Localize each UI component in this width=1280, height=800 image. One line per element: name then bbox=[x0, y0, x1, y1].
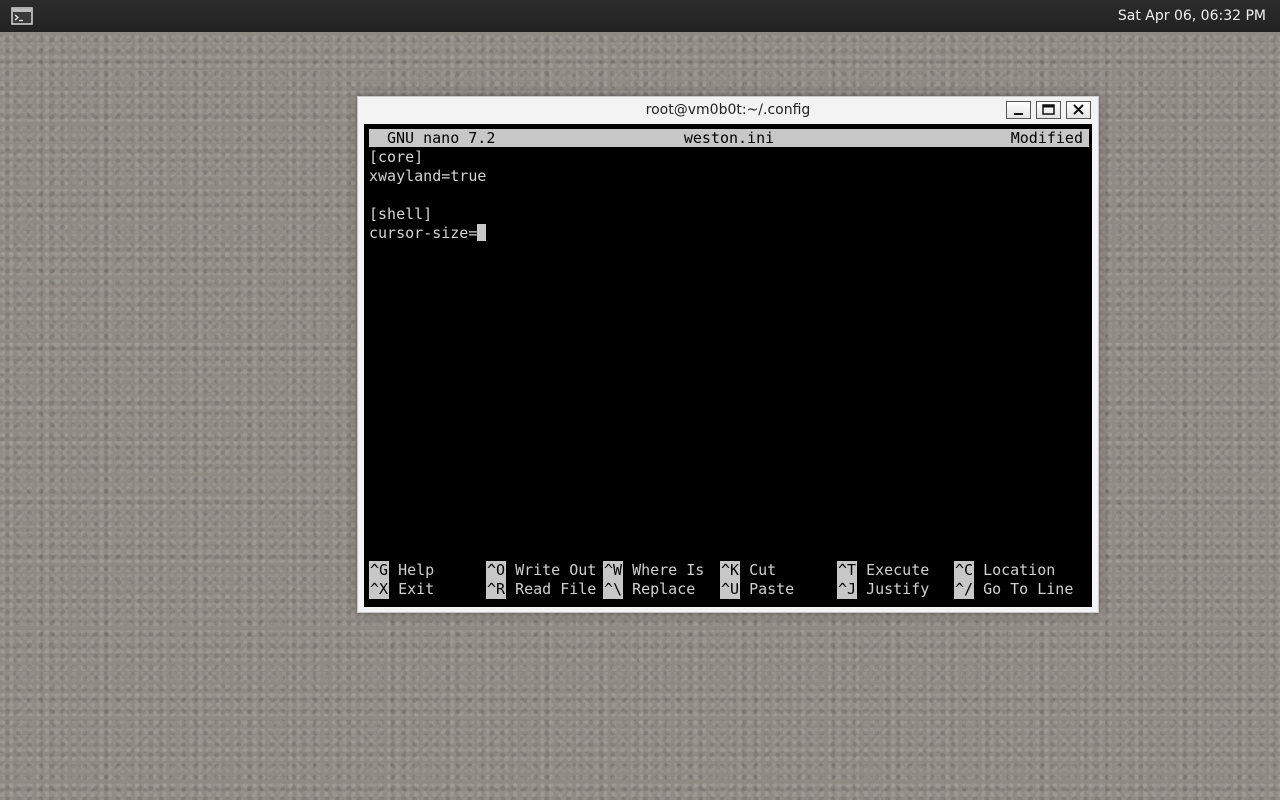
editor-line[interactable] bbox=[369, 186, 1089, 205]
editor-line[interactable]: [shell] bbox=[369, 205, 1089, 224]
shortcut-label: Write Out bbox=[515, 561, 597, 579]
window-titlebar[interactable]: root@vm0b0t:~/.config bbox=[358, 97, 1098, 124]
shortcut-key: ^J bbox=[837, 580, 858, 599]
shortcut-paste[interactable]: ^U Paste bbox=[720, 580, 794, 599]
nano-header-bar: weston.ini GNU nano 7.2 Modified bbox=[369, 129, 1089, 147]
close-icon bbox=[1073, 104, 1084, 115]
shortcut-label: Cut bbox=[749, 561, 777, 579]
editor-line[interactable]: xwayland=true bbox=[369, 167, 1089, 186]
shortcut-help[interactable]: ^G Help bbox=[369, 561, 434, 580]
shortcut-key: ^K bbox=[720, 561, 741, 580]
editor-line[interactable]: [core] bbox=[369, 148, 1089, 167]
shortcut-read-file[interactable]: ^R Read File bbox=[486, 580, 596, 599]
minimize-icon bbox=[1014, 113, 1023, 115]
shortcut-location[interactable]: ^C Location bbox=[954, 561, 1055, 580]
nano-modified-status: Modified bbox=[1010, 129, 1083, 147]
editor-line-text: cursor-size= bbox=[369, 224, 478, 242]
shortcut-key: ^W bbox=[603, 561, 624, 580]
shortcut-cut[interactable]: ^K Cut bbox=[720, 561, 776, 580]
editor-line-current[interactable]: cursor-size= bbox=[369, 224, 1089, 243]
terminal-window: root@vm0b0t:~/.config weston.ini GNU nan… bbox=[357, 96, 1099, 613]
shortcut-label: Location bbox=[983, 561, 1056, 579]
shortcut-write-out[interactable]: ^O Write Out bbox=[486, 561, 596, 580]
terminal-area[interactable]: weston.ini GNU nano 7.2 Modified [core] … bbox=[364, 124, 1092, 607]
minimize-button[interactable] bbox=[1006, 101, 1031, 119]
shortcut-exit[interactable]: ^X Exit bbox=[369, 580, 434, 599]
shortcut-key: ^U bbox=[720, 580, 741, 599]
shortcut-label: Where Is bbox=[632, 561, 705, 579]
terminal-icon bbox=[11, 7, 33, 25]
shortcut-label: Help bbox=[398, 561, 435, 579]
shortcut-key: ^R bbox=[486, 580, 507, 599]
shortcut-key: ^G bbox=[369, 561, 390, 580]
shortcut-justify[interactable]: ^J Justify bbox=[837, 580, 929, 599]
panel-clock: Sat Apr 06, 06:32 PM bbox=[1117, 8, 1266, 24]
shortcut-where-is[interactable]: ^W Where Is bbox=[603, 561, 704, 580]
shortcut-key: ^\ bbox=[603, 580, 624, 599]
shortcut-label: Exit bbox=[398, 580, 435, 598]
shortcut-key: ^C bbox=[954, 561, 975, 580]
nano-shortcut-bar: ^G Help ^O Write Out ^W Where Is ^K Cut ^T Ex… bbox=[369, 561, 1089, 601]
shortcut-execute[interactable]: ^T Execute bbox=[837, 561, 929, 580]
terminal-launcher-button[interactable] bbox=[11, 7, 33, 25]
window-title: root@vm0b0t:~/.config bbox=[645, 102, 811, 118]
shortcut-replace[interactable]: ^\ Replace bbox=[603, 580, 695, 599]
shortcut-key: ^X bbox=[369, 580, 390, 599]
shortcut-label: Justify bbox=[866, 580, 930, 598]
shortcut-key: ^O bbox=[486, 561, 507, 580]
shortcut-label: Paste bbox=[749, 580, 795, 598]
shortcut-key: ^T bbox=[837, 561, 858, 580]
text-cursor bbox=[477, 224, 487, 241]
shortcut-label: Go To Line bbox=[983, 580, 1074, 598]
shortcut-label: Read File bbox=[515, 580, 597, 598]
shortcut-key: ^/ bbox=[954, 580, 975, 599]
close-button[interactable] bbox=[1066, 101, 1091, 119]
maximize-button[interactable] bbox=[1036, 101, 1061, 119]
shortcut-label: Execute bbox=[866, 561, 930, 579]
maximize-icon bbox=[1042, 104, 1055, 115]
top-panel: Sat Apr 06, 06:32 PM bbox=[0, 0, 1280, 32]
shortcut-go-to-line[interactable]: ^/ Go To Line bbox=[954, 580, 1073, 599]
shortcut-label: Replace bbox=[632, 580, 696, 598]
nano-version: GNU nano 7.2 bbox=[387, 129, 496, 147]
editor-buffer[interactable]: [core] xwayland=true [shell] cursor-size… bbox=[369, 148, 1089, 243]
